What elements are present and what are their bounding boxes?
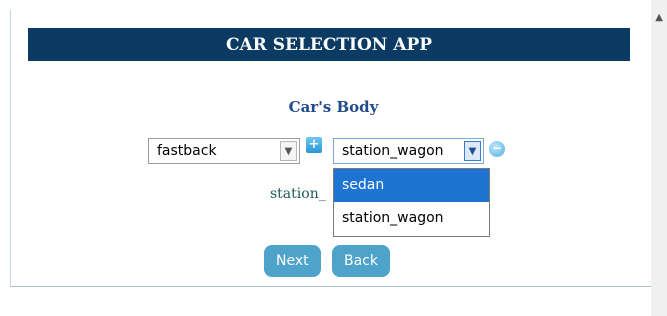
body-select-secondary-value: station_wagon <box>342 143 444 159</box>
body-select-secondary[interactable]: station_wagon ▼ <box>333 138 484 164</box>
selected-value-text: station_ <box>270 186 326 202</box>
body-select-primary[interactable]: fastback ▼ <box>148 138 300 164</box>
back-button[interactable]: Back <box>332 245 390 277</box>
add-icon[interactable]: + <box>306 137 322 153</box>
section-title: Car's Body <box>288 98 379 116</box>
chevron-down-icon[interactable]: ▼ <box>464 141 481 161</box>
vertical-scrollbar[interactable]: ▲ <box>651 0 667 316</box>
app-header: CAR SELECTION APP <box>28 28 630 61</box>
scroll-up-icon[interactable]: ▲ <box>655 12 663 23</box>
next-button[interactable]: Next <box>264 245 321 277</box>
chevron-down-icon[interactable]: ▼ <box>280 141 297 161</box>
dropdown-option-sedan[interactable]: sedan <box>334 169 489 202</box>
app-title: CAR SELECTION APP <box>225 34 433 55</box>
body-dropdown-list[interactable]: sedan station_wagon <box>333 168 490 237</box>
dropdown-option-station-wagon[interactable]: station_wagon <box>334 202 489 235</box>
body-select-primary-value: fastback <box>157 143 217 159</box>
remove-icon[interactable]: − <box>489 141 505 157</box>
